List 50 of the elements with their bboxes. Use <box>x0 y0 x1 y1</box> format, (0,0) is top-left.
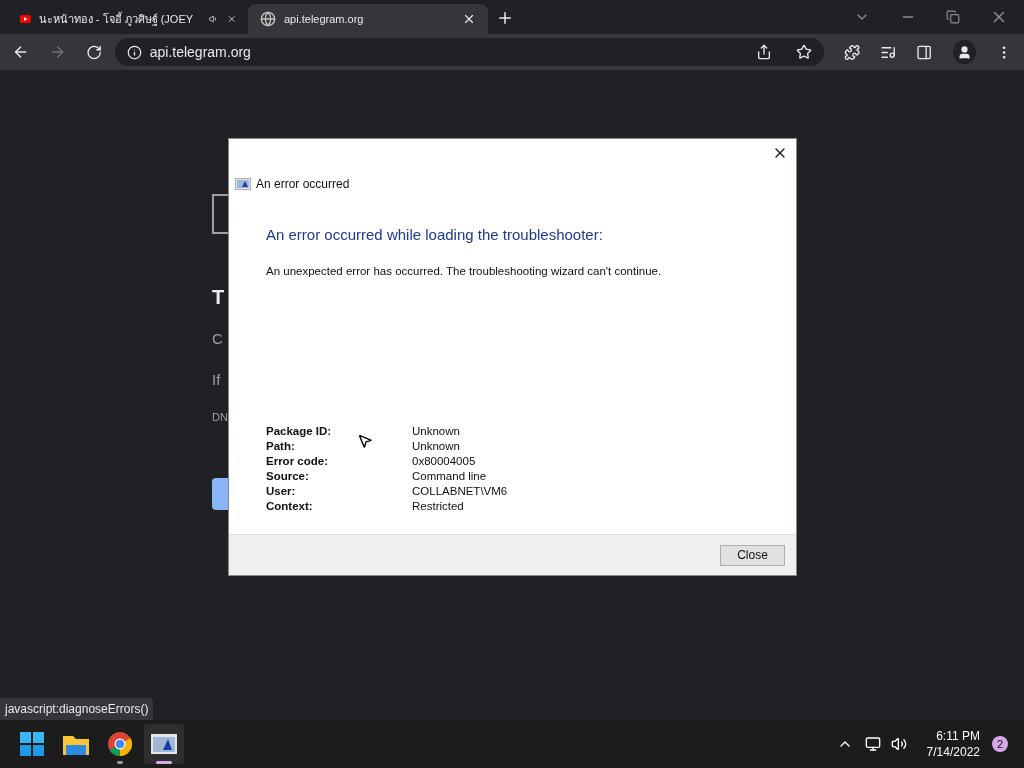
restore-icon[interactable] <box>946 10 960 24</box>
clock-date[interactable]: 7/14/2022 <box>926 744 980 760</box>
detail-value: Restricted <box>412 499 465 514</box>
folder-icon[interactable] <box>63 733 89 755</box>
close-button[interactable]: Close <box>720 544 785 566</box>
notification-count[interactable]: 2 <box>992 736 1008 752</box>
status-link-tooltip: javascript:diagnoseErrors() <box>0 698 154 720</box>
url-text: api.telegram.org <box>149 42 252 62</box>
detail-value: Command line <box>412 469 488 484</box>
dialog-message: An unexpected error has occurred. The troubleshooting wizard can't continue. <box>266 263 663 279</box>
new-tab-icon[interactable] <box>496 9 514 27</box>
tab-title: api.telegram.org <box>284 11 364 27</box>
text-fragment: DN <box>212 410 229 425</box>
heading-fragment: T <box>212 285 226 310</box>
address-bar[interactable]: api.telegram.org <box>114 38 824 66</box>
side-panel-icon[interactable] <box>916 43 933 61</box>
speaker-icon[interactable] <box>209 12 219 26</box>
text-fragment: If <box>212 369 222 390</box>
detail-value: Unknown <box>412 439 461 454</box>
detail-label: Path: <box>266 439 295 454</box>
tab-title: นะหน้าทอง - โจอี้ ภูวศิษฐ์ (JOEY <box>38 11 194 28</box>
share-icon[interactable] <box>755 44 772 60</box>
browser-tab[interactable]: api.telegram.org <box>248 4 488 34</box>
info-icon[interactable] <box>126 44 142 60</box>
detail-label: Context: <box>266 499 313 514</box>
detail-value: 0x80004005 <box>412 454 477 469</box>
detail-label: Error code: <box>266 454 328 469</box>
browser-logo-icon[interactable] <box>108 732 132 756</box>
detail-label: Source: <box>266 469 309 484</box>
text-fragment: C <box>212 329 224 349</box>
window-app-icon[interactable] <box>151 734 177 754</box>
windows-logo-icon[interactable] <box>20 732 44 756</box>
network-icon[interactable] <box>864 736 881 752</box>
clock-time[interactable]: 6:11 PM <box>936 728 980 744</box>
detail-value: Unknown <box>412 424 461 439</box>
bookmark-star-icon[interactable] <box>795 44 812 60</box>
reload-icon[interactable] <box>86 43 103 61</box>
mouse-cursor-icon <box>357 433 373 449</box>
video-play-icon <box>20 13 31 25</box>
volume-icon[interactable] <box>890 736 907 752</box>
close-icon[interactable] <box>462 12 476 26</box>
detail-label: Package ID: <box>266 424 332 439</box>
detail-value: COLLABNET\VM6 <box>412 484 509 499</box>
globe-icon <box>260 11 276 27</box>
detail-label: User: <box>266 484 296 499</box>
profile-avatar[interactable] <box>952 40 976 64</box>
window-app-icon <box>235 178 251 190</box>
dialog-heading: An error occurred while loading the troubleshooter: <box>266 225 604 245</box>
dialog-caption: An error occurred <box>256 176 350 193</box>
extensions-icon[interactable] <box>843 43 861 61</box>
